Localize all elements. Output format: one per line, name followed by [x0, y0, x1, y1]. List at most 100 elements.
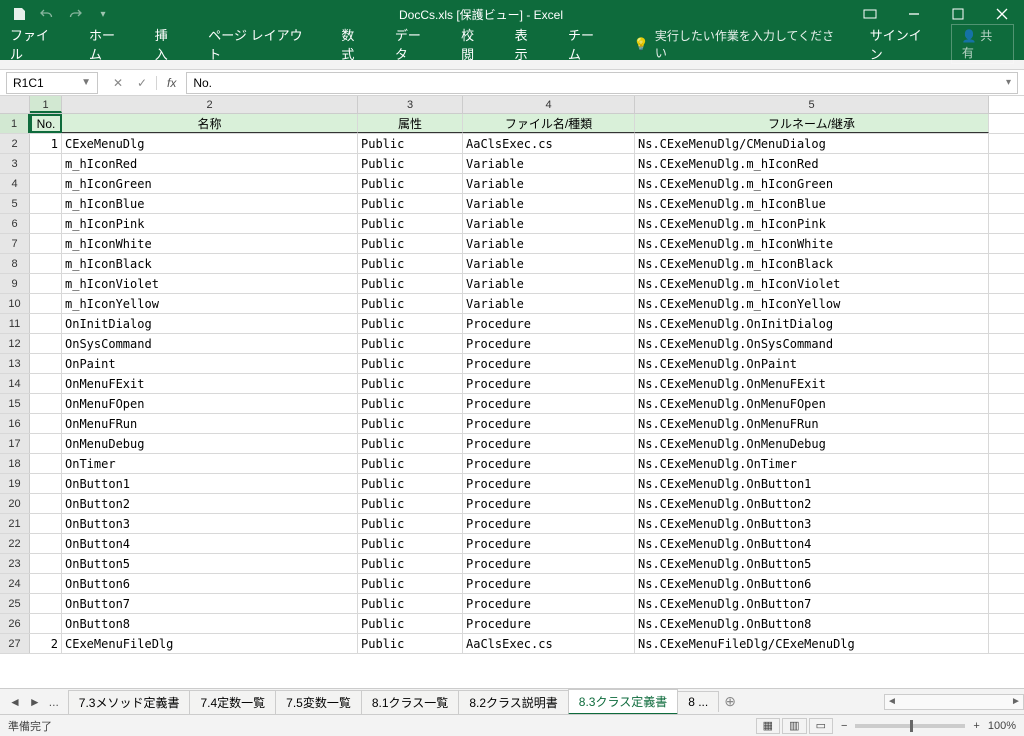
- cell[interactable]: Procedure: [463, 334, 635, 353]
- enter-formula-icon[interactable]: ✓: [132, 76, 152, 90]
- undo-icon[interactable]: [36, 3, 58, 25]
- row-header[interactable]: 20: [0, 494, 30, 513]
- save-icon[interactable]: [8, 3, 30, 25]
- row-header[interactable]: 4: [0, 174, 30, 193]
- row-header[interactable]: 9: [0, 274, 30, 293]
- sheet-nav-prev-icon[interactable]: ◄: [6, 695, 24, 709]
- qat-customize-icon[interactable]: ▾: [92, 3, 114, 25]
- cell[interactable]: Public: [358, 294, 463, 313]
- cell[interactable]: Public: [358, 214, 463, 233]
- chevron-down-icon[interactable]: ▼: [81, 77, 91, 88]
- cell[interactable]: Procedure: [463, 494, 635, 513]
- fx-icon[interactable]: fx: [163, 76, 180, 90]
- cell[interactable]: CExeMenuDlg: [62, 134, 358, 153]
- cell[interactable]: [30, 594, 62, 613]
- cell[interactable]: Ns.CExeMenuDlg.OnButton5: [635, 554, 989, 573]
- cell[interactable]: Ns.CExeMenuDlg.m_hIconBlack: [635, 254, 989, 273]
- row-header[interactable]: 11: [0, 314, 30, 333]
- select-all-corner[interactable]: [0, 96, 30, 113]
- cell[interactable]: Ns.CExeMenuFileDlg/CExeMenuDlg: [635, 634, 989, 653]
- horizontal-scrollbar[interactable]: ◄ ►: [884, 694, 1024, 710]
- cell[interactable]: Public: [358, 334, 463, 353]
- cell[interactable]: Variable: [463, 174, 635, 193]
- row-header[interactable]: 8: [0, 254, 30, 273]
- cell[interactable]: OnButton6: [62, 574, 358, 593]
- cell[interactable]: Public: [358, 534, 463, 553]
- cell[interactable]: OnButton3: [62, 514, 358, 533]
- row-header[interactable]: 23: [0, 554, 30, 573]
- row-header[interactable]: 10: [0, 294, 30, 313]
- cell[interactable]: [30, 314, 62, 333]
- cell[interactable]: 1: [30, 134, 62, 153]
- row-header[interactable]: 14: [0, 374, 30, 393]
- zoom-out-icon[interactable]: −: [841, 720, 847, 732]
- cell[interactable]: Public: [358, 454, 463, 473]
- cell[interactable]: OnPaint: [62, 354, 358, 373]
- cell[interactable]: [30, 154, 62, 173]
- cell[interactable]: Procedure: [463, 574, 635, 593]
- cell[interactable]: Ns.CExeMenuDlg.OnMenuFExit: [635, 374, 989, 393]
- tab-layout[interactable]: ページ レイアウト: [208, 25, 313, 63]
- new-sheet-icon[interactable]: ⊕: [718, 690, 742, 713]
- cell[interactable]: Procedure: [463, 454, 635, 473]
- col-header[interactable]: 2: [62, 96, 358, 113]
- cell[interactable]: Variable: [463, 214, 635, 233]
- cell[interactable]: Public: [358, 414, 463, 433]
- cell[interactable]: OnButton4: [62, 534, 358, 553]
- cell[interactable]: m_hIconViolet: [62, 274, 358, 293]
- cell[interactable]: [30, 174, 62, 193]
- signin-link[interactable]: サインイン: [870, 25, 933, 63]
- sheet-tab[interactable]: 7.5変数一覧: [275, 690, 362, 714]
- sheet-tab[interactable]: 8.1クラス一覧: [361, 690, 459, 714]
- cell[interactable]: Public: [358, 394, 463, 413]
- cell[interactable]: Ns.CExeMenuDlg.OnButton1: [635, 474, 989, 493]
- spreadsheet-grid[interactable]: 1 2 3 4 5 1 No. 名称 属性 ファイル名/種類 フルネーム/継承 …: [0, 96, 1024, 688]
- cell[interactable]: m_hIconYellow: [62, 294, 358, 313]
- cell[interactable]: Ns.CExeMenuDlg.m_hIconPink: [635, 214, 989, 233]
- cell[interactable]: Procedure: [463, 534, 635, 553]
- row-header[interactable]: 13: [0, 354, 30, 373]
- cell[interactable]: AaClsExec.cs: [463, 634, 635, 653]
- cell[interactable]: Ns.CExeMenuDlg.OnButton2: [635, 494, 989, 513]
- cell[interactable]: Ns.CExeMenuDlg.OnButton6: [635, 574, 989, 593]
- cell[interactable]: [30, 554, 62, 573]
- cell[interactable]: Ns.CExeMenuDlg.OnButton8: [635, 614, 989, 633]
- cell[interactable]: OnMenuFRun: [62, 414, 358, 433]
- cell[interactable]: Public: [358, 194, 463, 213]
- cell[interactable]: Ns.CExeMenuDlg.OnInitDialog: [635, 314, 989, 333]
- cell[interactable]: Public: [358, 434, 463, 453]
- col-header[interactable]: 1: [30, 96, 62, 113]
- col-header[interactable]: 3: [358, 96, 463, 113]
- cell[interactable]: [30, 234, 62, 253]
- cell[interactable]: Variable: [463, 294, 635, 313]
- cell[interactable]: [30, 334, 62, 353]
- row-header[interactable]: 21: [0, 514, 30, 533]
- cell[interactable]: Ns.CExeMenuDlg.m_hIconViolet: [635, 274, 989, 293]
- tab-file[interactable]: ファイル: [10, 25, 61, 63]
- cell[interactable]: Public: [358, 274, 463, 293]
- cell[interactable]: [30, 214, 62, 233]
- cell[interactable]: Ns.CExeMenuDlg.m_hIconYellow: [635, 294, 989, 313]
- sheet-tab[interactable]: 7.3メソッド定義書: [68, 690, 191, 714]
- cell[interactable]: Variable: [463, 234, 635, 253]
- redo-icon[interactable]: [64, 3, 86, 25]
- name-box[interactable]: R1C1 ▼: [6, 72, 98, 94]
- cell[interactable]: [30, 194, 62, 213]
- row-header[interactable]: 3: [0, 154, 30, 173]
- tab-team[interactable]: チーム: [568, 25, 606, 63]
- cell[interactable]: [30, 574, 62, 593]
- cell[interactable]: [30, 414, 62, 433]
- cell[interactable]: [30, 354, 62, 373]
- sheet-tab-active[interactable]: 8.3クラス定義書: [568, 689, 678, 715]
- cell[interactable]: Ns.CExeMenuDlg.m_hIconRed: [635, 154, 989, 173]
- cell[interactable]: Ns.CExeMenuDlg.OnMenuDebug: [635, 434, 989, 453]
- cell[interactable]: OnTimer: [62, 454, 358, 473]
- cell[interactable]: Procedure: [463, 374, 635, 393]
- row-header[interactable]: 16: [0, 414, 30, 433]
- cell[interactable]: Public: [358, 354, 463, 373]
- cell[interactable]: Ns.CExeMenuDlg.OnMenuFOpen: [635, 394, 989, 413]
- row-header[interactable]: 22: [0, 534, 30, 553]
- row-header[interactable]: 19: [0, 474, 30, 493]
- cell[interactable]: Public: [358, 234, 463, 253]
- cell[interactable]: m_hIconBlue: [62, 194, 358, 213]
